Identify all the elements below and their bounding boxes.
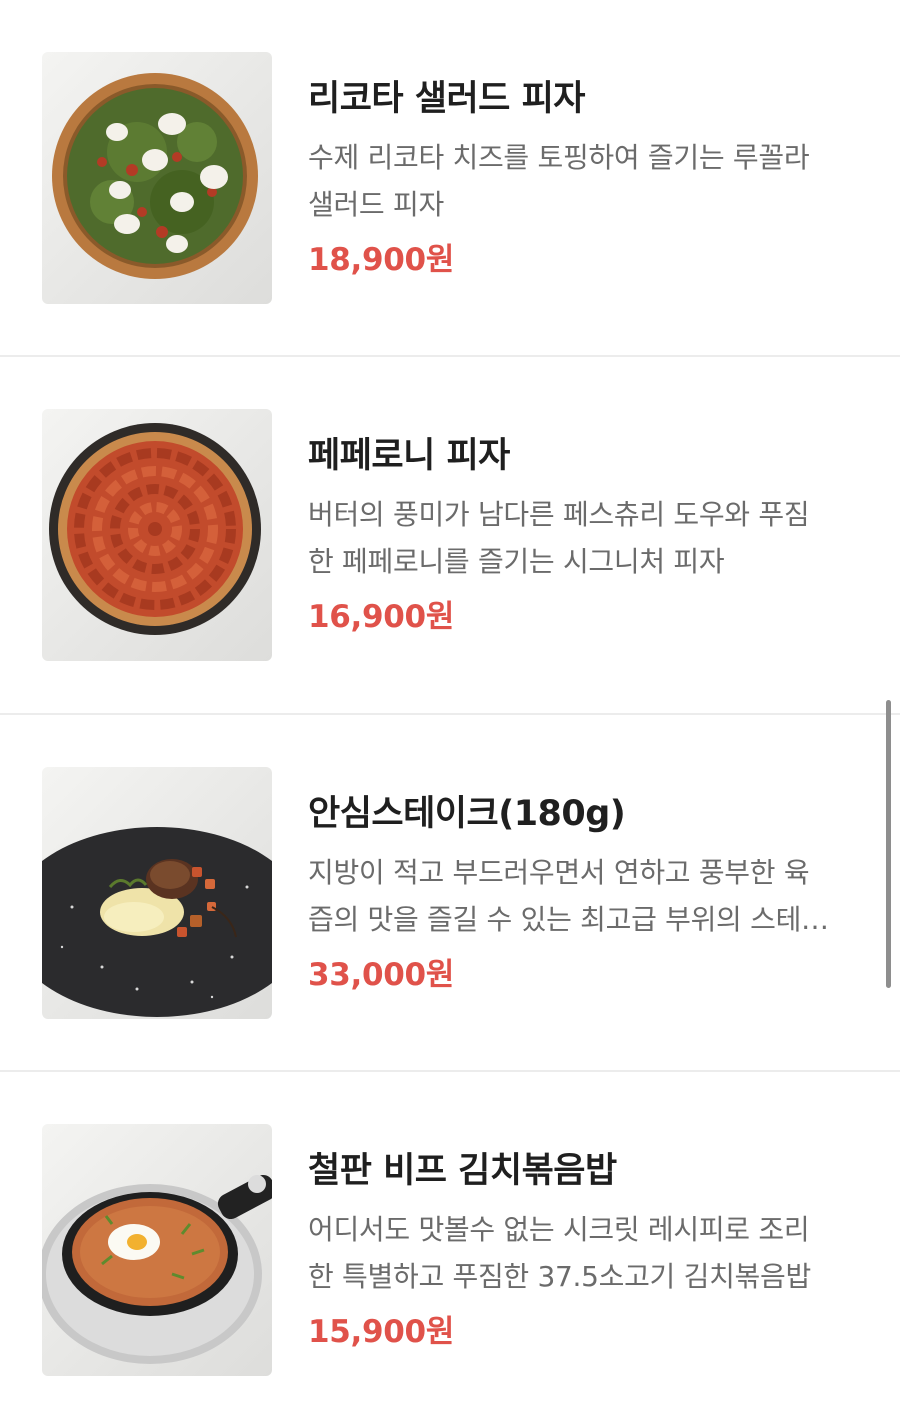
description-line: 즙의 맛을 즐길 수 있는 최고급 부위의 스테…: [308, 903, 829, 936]
menu-item-tenderloin-steak[interactable]: 안심스테이크(180g) 지방이 적고 부드러우면서 연하고 풍부한 육 즙의 …: [0, 715, 900, 1071]
description-line: 수제 리코타 치즈를 토핑하여 즐기는 루꼴라: [308, 141, 810, 174]
description-line: 버터의 풍미가 남다른 페스츄리 도우와 푸짐: [308, 498, 810, 531]
menu-item-description: 수제 리코타 치즈를 토핑하여 즐기는 루꼴라 샐러드 피자: [308, 134, 853, 228]
ricotta-salad-pizza-image[interactable]: [42, 52, 272, 304]
vertical-scrollbar[interactable]: [886, 700, 891, 988]
description-line: 한 특별하고 푸짐한 37.5소고기 김치볶음밥: [308, 1260, 811, 1293]
menu-item-ricotta-salad-pizza[interactable]: 리코타 샐러드 피자 수제 리코타 치즈를 토핑하여 즐기는 루꼴라 샐러드 피…: [0, 0, 900, 356]
menu-item-price: 16,900원: [308, 599, 455, 635]
pepperoni-pizza-image[interactable]: [42, 409, 272, 661]
menu-item-price: 15,900원: [308, 1314, 455, 1350]
menu-item-title: 리코타 샐러드 피자: [308, 79, 585, 119]
description-line: 샐러드 피자: [308, 188, 444, 221]
menu-item-title: 안심스테이크(180g): [308, 794, 626, 834]
menu-item-title: 페페로니 피자: [308, 436, 510, 476]
description-line: 지방이 적고 부드러우면서 연하고 풍부한 육: [308, 856, 810, 889]
tenderloin-steak-image[interactable]: [42, 767, 272, 1019]
menu-item-title: 철판 비프 김치볶음밥: [308, 1151, 617, 1191]
menu-item-description: 어디서도 맛볼수 없는 시크릿 레시피로 조리 한 특별하고 푸짐한 37.5소…: [308, 1206, 853, 1300]
menu-item-price: 33,000원: [308, 957, 455, 993]
description-line: 한 페페로니를 즐기는 시그니처 피자: [308, 545, 725, 578]
menu-item-pepperoni-pizza[interactable]: 페페로니 피자 버터의 풍미가 남다른 페스츄리 도우와 푸짐 한 페페로니를 …: [0, 357, 900, 713]
beef-kimchi-fried-rice-image[interactable]: [42, 1124, 272, 1376]
menu-item-price: 18,900원: [308, 242, 455, 278]
menu-item-beef-kimchi-fried-rice[interactable]: 철판 비프 김치볶음밥 어디서도 맛볼수 없는 시크릿 레시피로 조리 한 특별…: [0, 1072, 900, 1428]
menu-item-description: 지방이 적고 부드러우면서 연하고 풍부한 육 즙의 맛을 즐길 수 있는 최고…: [308, 849, 853, 943]
menu-list: 리코타 샐러드 피자 수제 리코타 치즈를 토핑하여 즐기는 루꼴라 샐러드 피…: [0, 0, 900, 1418]
menu-item-description: 버터의 풍미가 남다른 페스츄리 도우와 푸짐 한 페페로니를 즐기는 시그니처…: [308, 491, 853, 585]
description-line: 어디서도 맛볼수 없는 시크릿 레시피로 조리: [308, 1213, 810, 1246]
